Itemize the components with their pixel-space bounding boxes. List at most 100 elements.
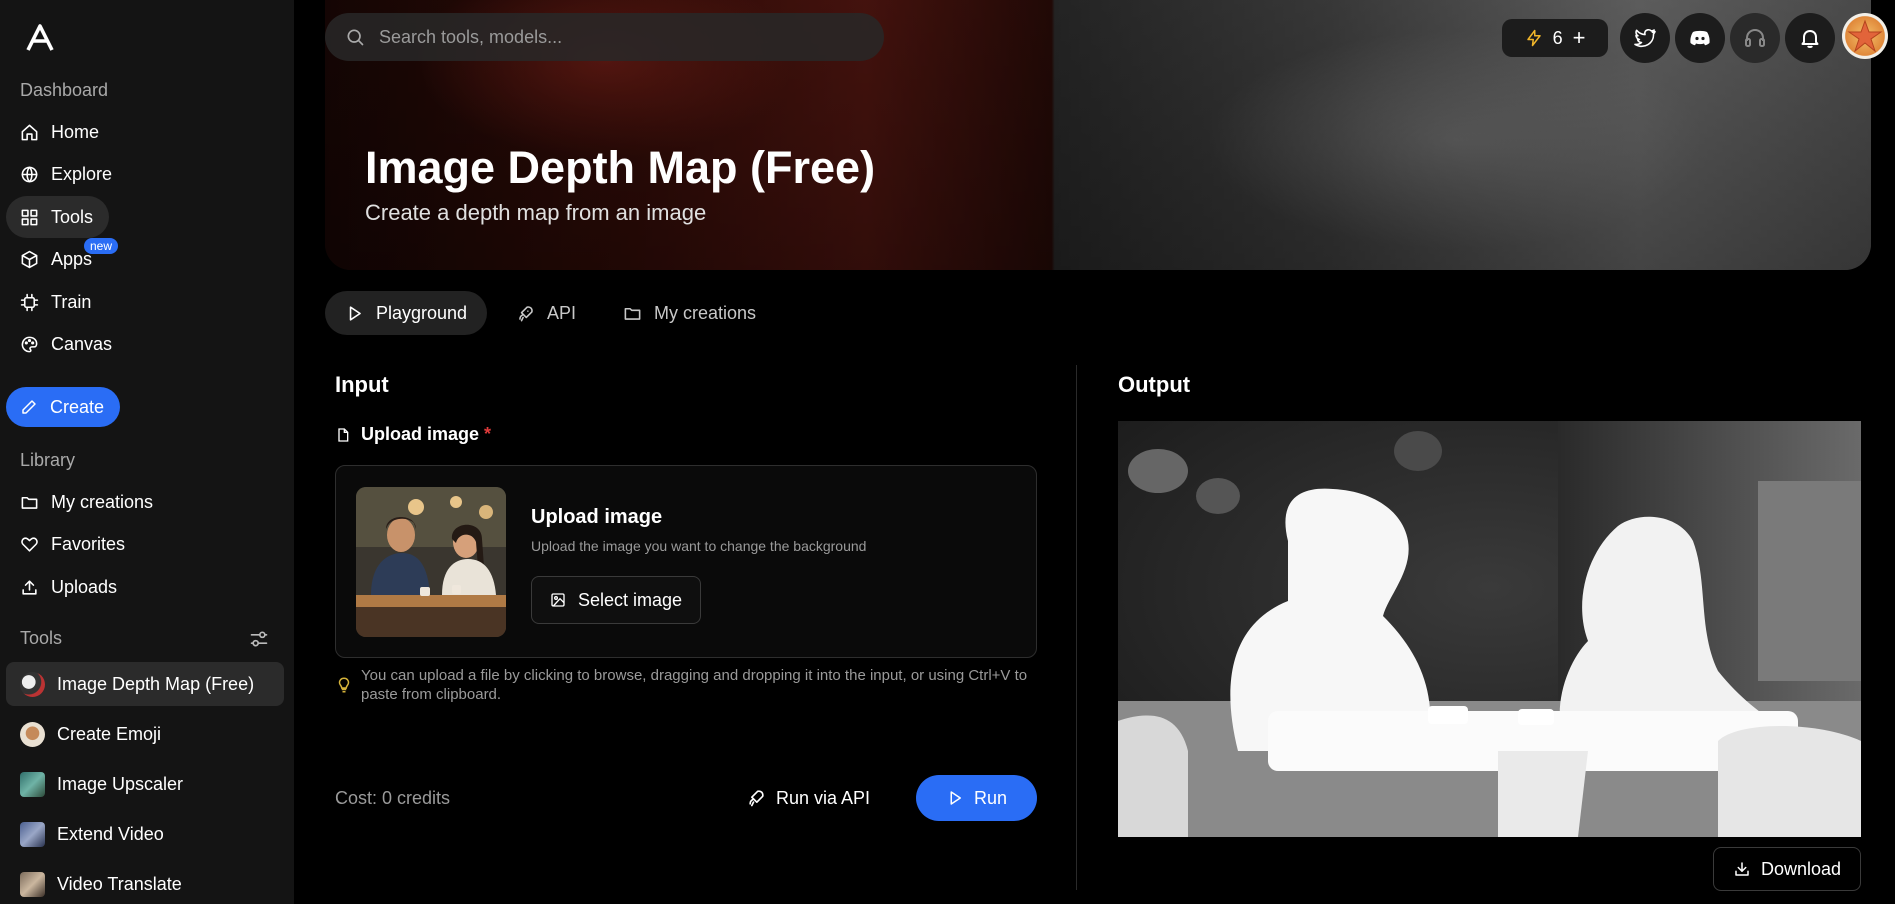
chip-icon [20, 293, 39, 311]
tab-playground[interactable]: Playground [325, 291, 488, 335]
sidebar-item-label: Uploads [51, 576, 118, 597]
sidebar-item-my-creations[interactable]: My creations [6, 481, 153, 523]
tool-thumbnail [20, 821, 45, 847]
support-button[interactable] [1730, 13, 1780, 63]
sidebar-item-label: Train [51, 291, 92, 312]
sidebar-item-apps[interactable]: Apps [6, 238, 92, 280]
download-button[interactable]: Download [1713, 847, 1861, 891]
credits-button[interactable]: 6 + [1502, 19, 1608, 57]
lightbulb-icon [338, 677, 350, 693]
panel-divider [1076, 365, 1077, 890]
select-image-button[interactable]: Select image [531, 576, 702, 624]
page-subtitle: Create a depth map from an image [365, 200, 707, 225]
cube-icon [21, 250, 38, 268]
rocket-icon [519, 305, 533, 321]
search-input[interactable] [379, 26, 859, 48]
sidebar-item-favorites[interactable]: Favorites [6, 523, 125, 565]
globe-icon [21, 166, 38, 182]
rocket-icon [749, 790, 764, 807]
twitter-icon [1634, 28, 1656, 48]
cost-label: Cost: 0 credits [335, 788, 451, 808]
discord-button[interactable] [1675, 13, 1725, 63]
tool-item-label: Video Translate [57, 873, 182, 894]
upload-field-label-text: Upload image [361, 424, 480, 444]
download-icon [1735, 862, 1749, 876]
notifications-button[interactable] [1785, 13, 1835, 63]
grid-icon [21, 209, 38, 225]
tool-thumbnail [20, 671, 45, 697]
sidebar-item-label: Canvas [51, 333, 113, 354]
pencil-icon [22, 400, 36, 414]
tab-my-creations[interactable]: My creations [603, 291, 776, 335]
new-badge: new [84, 238, 119, 254]
sidebar-item-label: Tools [51, 206, 94, 227]
run-button[interactable]: Run [916, 775, 1037, 821]
sidebar-item-label: Explore [51, 163, 113, 184]
search-icon [347, 29, 364, 46]
section-label-tools: Tools [20, 628, 63, 648]
filter-settings-icon[interactable] [249, 629, 269, 649]
select-image-label: Select image [578, 589, 683, 610]
avatar[interactable] [1842, 13, 1888, 59]
run-via-api-label: Run via API [776, 787, 871, 808]
tool-thumbnail [20, 771, 45, 797]
output-panel-title: Output [1118, 372, 1191, 397]
sidebar-item-label: Home [51, 121, 100, 142]
folder-icon [21, 496, 38, 509]
twitter-button[interactable] [1620, 13, 1670, 63]
tool-thumbnail [20, 721, 45, 747]
uploaded-image-thumbnail [356, 487, 506, 637]
tab-label: My creations [654, 302, 757, 323]
play-icon [349, 305, 361, 321]
tool-thumbnail [20, 871, 45, 897]
starfish-avatar-icon [1847, 19, 1883, 53]
headphones-icon [1745, 28, 1765, 47]
upload-icon [22, 579, 37, 595]
tab-api[interactable]: API [496, 291, 596, 335]
palette-icon [21, 336, 38, 352]
search-bar[interactable] [325, 13, 884, 61]
tool-item-image-depth-map[interactable]: Image Depth Map (Free) [6, 662, 284, 706]
section-label-dashboard: Dashboard [20, 80, 109, 100]
sidebar-item-home[interactable]: Home [6, 111, 99, 153]
upload-hint: You can upload a file by clicking to bro… [335, 666, 1039, 704]
section-label-library: Library [20, 450, 76, 470]
folder-icon [624, 307, 641, 320]
upload-dropzone[interactable]: Upload image Upload the image you want t… [335, 465, 1037, 658]
sidebar-item-train[interactable]: Train [6, 281, 91, 323]
tab-label: API [547, 302, 577, 323]
input-panel-title: Input [335, 372, 389, 397]
create-button[interactable]: Create [6, 387, 121, 427]
play-icon [950, 791, 961, 805]
tool-item-label: Extend Video [57, 823, 164, 844]
sidebar-item-tools[interactable]: Tools [6, 196, 110, 238]
output-depth-map-image [1118, 421, 1861, 837]
download-label: Download [1760, 858, 1842, 879]
upload-title: Upload image [531, 506, 663, 528]
sidebar-item-label: My creations [51, 491, 154, 512]
upload-hint-text: You can upload a file by clicking to bro… [361, 667, 1028, 703]
tool-item-image-upscaler[interactable]: Image Upscaler [6, 762, 284, 806]
tool-item-create-emoji[interactable]: Create Emoji [6, 712, 284, 756]
tool-item-label: Image Depth Map (Free) [57, 673, 255, 694]
sidebar-item-canvas[interactable]: Canvas [6, 323, 112, 365]
sidebar-item-explore[interactable]: Explore [6, 153, 112, 195]
heart-icon [21, 536, 38, 552]
credits-count: 6 [1552, 27, 1563, 48]
tool-item-label: Create Emoji [57, 723, 162, 744]
tool-item-extend-video[interactable]: Extend Video [6, 812, 284, 856]
depth-map-illustration [1118, 421, 1861, 837]
run-via-api-button[interactable]: Run via API [740, 776, 876, 820]
cafe-photo-illustration [356, 487, 506, 637]
discord-icon [1690, 30, 1710, 46]
bell-icon [1801, 30, 1819, 48]
tool-item-video-translate[interactable]: Video Translate [6, 862, 284, 904]
upload-field-label: Upload image * [335, 424, 491, 445]
sidebar: Dashboard Home Explore Tools Apps new Tr… [0, 0, 294, 904]
file-icon [338, 427, 349, 442]
add-credits-icon: + [1572, 25, 1586, 50]
sidebar-item-uploads[interactable]: Uploads [6, 566, 117, 608]
app-logo-icon[interactable] [20, 18, 60, 58]
upload-description: Upload the image you want to change the … [531, 538, 867, 554]
create-button-label: Create [50, 396, 105, 417]
